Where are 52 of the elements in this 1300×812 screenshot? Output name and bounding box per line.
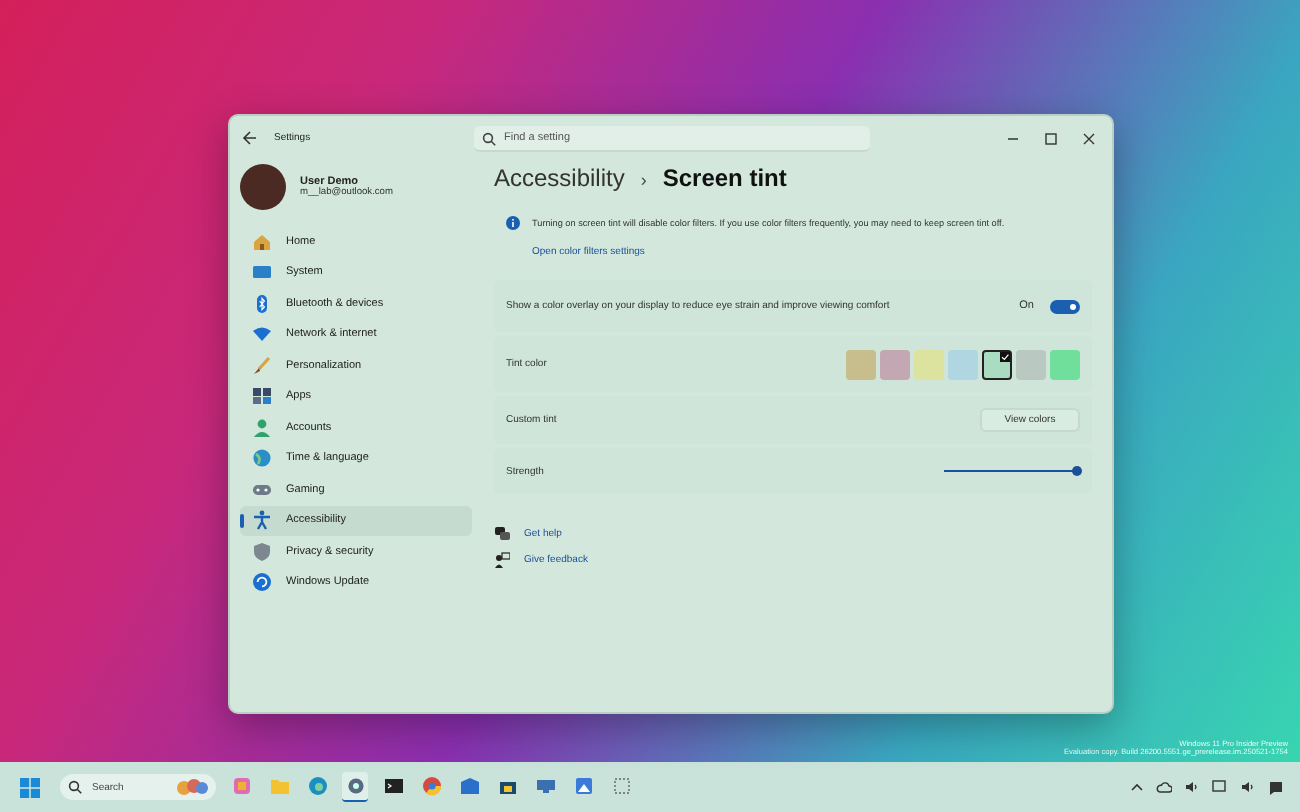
brush-icon: [252, 355, 272, 376]
avatar: [240, 164, 286, 210]
chrome-icon: [421, 776, 441, 796]
notification-icon[interactable]: [1268, 779, 1284, 795]
store-icon: [497, 776, 517, 796]
color-swatch[interactable]: [880, 349, 910, 379]
toggle-switch[interactable]: [1050, 299, 1080, 313]
slider-thumb[interactable]: [1071, 466, 1081, 477]
feedback-icon: [494, 552, 510, 568]
person-icon: [252, 417, 272, 438]
controller-icon: [252, 479, 272, 500]
monitor-icon: [535, 776, 555, 796]
search-icon: [68, 780, 82, 794]
color-swatch[interactable]: [914, 349, 944, 379]
color-swatch[interactable]: [982, 349, 1012, 379]
page-title: Screen tint: [662, 164, 787, 192]
chevron-up-icon[interactable]: [1130, 780, 1144, 794]
color-swatch[interactable]: [1050, 349, 1080, 379]
color-swatch[interactable]: [1016, 349, 1046, 379]
globe-clock-icon: [252, 448, 272, 469]
cluster-icon: [176, 778, 208, 796]
close-icon[interactable]: [1082, 131, 1096, 145]
color-swatch[interactable]: [846, 349, 876, 379]
refresh-icon: [252, 572, 272, 593]
info-icon: [506, 216, 520, 230]
breadcrumb-separator: ›: [640, 170, 647, 190]
checkmark-icon: [1000, 351, 1010, 361]
back-icon[interactable]: [242, 130, 258, 146]
accessibility-icon: [252, 510, 272, 531]
display-icon[interactable]: [1212, 780, 1228, 794]
selection-indicator: [240, 513, 243, 527]
colorful-tile-icon: [231, 776, 251, 796]
browser-icon: [307, 776, 327, 796]
maximize-icon[interactable]: [1044, 131, 1058, 145]
color-swatch[interactable]: [948, 349, 978, 379]
gear-icon: [345, 776, 365, 796]
speaker-icon[interactable]: [1184, 780, 1200, 794]
chat-icon: [494, 526, 510, 542]
taskbar-app[interactable]: [342, 772, 368, 802]
breadcrumb-link[interactable]: Accessibility: [494, 164, 625, 192]
monitor-icon: [252, 262, 272, 283]
apps-icon: [252, 386, 272, 407]
folder-icon: [269, 776, 289, 796]
cloud-icon[interactable]: [1156, 780, 1172, 794]
image-editor-icon: [573, 776, 593, 796]
terminal-icon: [383, 776, 403, 796]
shield-icon: [252, 541, 272, 562]
wifi-icon: [252, 324, 272, 345]
speaker-icon[interactable]: [1240, 780, 1256, 794]
bluetooth-icon: [252, 293, 272, 314]
home-icon: [252, 231, 272, 252]
start-icon[interactable]: [20, 777, 40, 797]
